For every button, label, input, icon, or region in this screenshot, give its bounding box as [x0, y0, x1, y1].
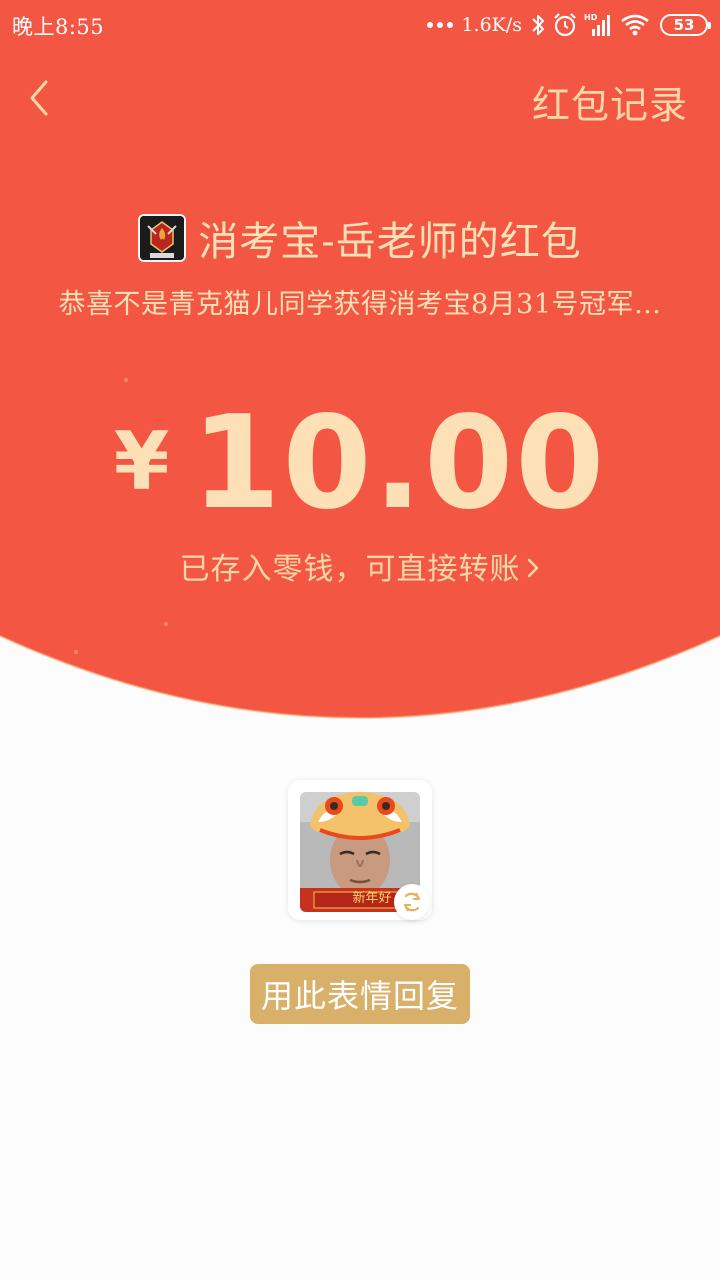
amount-display: ¥ 10.00: [0, 389, 720, 538]
red-packet-detail-page: 晚上8:55 1.6K/s HD 53 红包记录 消考宝-岳老师的红包 恭喜不是…: [0, 0, 720, 1280]
refresh-icon: [403, 892, 421, 912]
currency-symbol: ¥: [113, 415, 170, 508]
amount-value: 10.00: [191, 389, 607, 538]
reply-with-sticker-button[interactable]: 用此表情回复: [250, 964, 470, 1024]
saved-to-change-link[interactable]: 已存入零钱，可直接转账: [0, 544, 720, 589]
status-time: 晚上8:55: [12, 15, 105, 39]
bluetooth-icon: [530, 13, 546, 37]
back-button[interactable]: [22, 74, 62, 122]
sender-row: 消考宝-岳老师的红包: [0, 208, 720, 268]
fire-badge-logo-icon: [138, 214, 187, 262]
status-indicators: 1.6K/s HD 53: [427, 10, 711, 40]
chevron-right-icon: [525, 554, 541, 589]
battery-icon: 53: [660, 14, 711, 36]
svg-text:HD: HD: [584, 13, 598, 22]
wifi-icon: [620, 13, 650, 37]
status-bar: 晚上8:55 1.6K/s HD 53: [0, 0, 720, 52]
refresh-sticker-button[interactable]: [394, 884, 430, 920]
wish-message: 恭喜不是青克猫儿同学获得消考宝8月31号冠军…: [58, 289, 662, 320]
hd-signal-icon: HD: [584, 12, 614, 38]
saved-note-text: 已存入零钱，可直接转账: [179, 552, 521, 587]
network-speed: 1.6K/s: [461, 14, 522, 36]
red-packet-records-link[interactable]: 红包记录: [532, 74, 688, 129]
chevron-left-icon: [30, 80, 48, 116]
alarm-icon: [552, 12, 578, 38]
more-dots-icon: [427, 22, 454, 28]
sender-title: 消考宝-岳老师的红包: [198, 219, 582, 265]
